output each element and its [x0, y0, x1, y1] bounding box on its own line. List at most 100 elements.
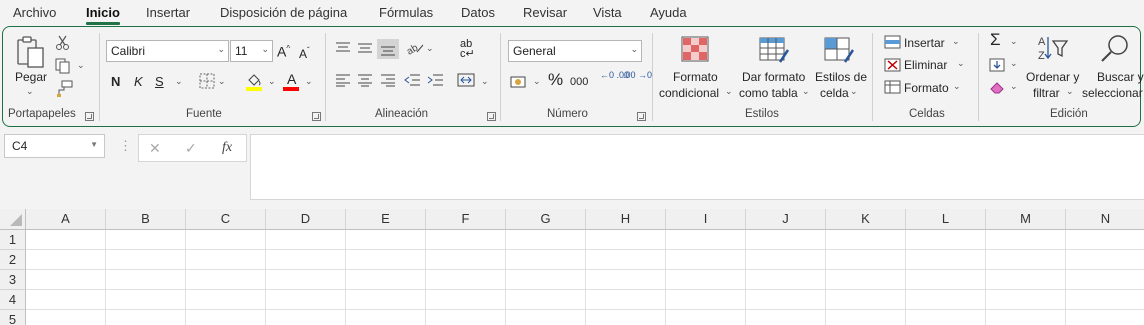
align-top-icon[interactable]	[335, 41, 351, 55]
name-box[interactable]: C4 ▼	[4, 134, 105, 158]
fill-dropdown-icon[interactable]: ⌄	[1010, 58, 1018, 69]
column-header-g[interactable]: G	[506, 209, 586, 230]
thousands-button[interactable]: 000	[570, 74, 588, 90]
accounting-dropdown-icon[interactable]: ⌄	[533, 76, 541, 87]
cell-a1[interactable]	[26, 230, 106, 250]
insert-cells-icon[interactable]	[884, 35, 901, 49]
cell-styles-dropdown-icon[interactable]: ⌄	[850, 86, 858, 97]
cell-g1[interactable]	[506, 230, 586, 250]
fuente-launcher-icon[interactable]	[312, 112, 321, 121]
column-header-m[interactable]: M	[986, 209, 1066, 230]
cell-d1[interactable]	[266, 230, 346, 250]
paste-label[interactable]: Pegar	[15, 69, 47, 85]
tab-ayuda[interactable]: Ayuda	[650, 5, 687, 20]
portapapeles-launcher-icon[interactable]	[85, 112, 94, 121]
align-center-icon[interactable]	[357, 73, 373, 87]
cell-styles-label-2[interactable]: celda	[820, 85, 849, 101]
italic-button[interactable]: K	[134, 74, 143, 90]
cell-e4[interactable]	[346, 290, 426, 310]
decrease-indent-icon[interactable]	[404, 73, 421, 87]
cancel-formula-button[interactable]: ✕	[149, 140, 161, 156]
accounting-format-icon[interactable]	[510, 74, 528, 90]
column-header-h[interactable]: H	[586, 209, 666, 230]
column-header-f[interactable]: F	[426, 209, 506, 230]
find-select-icon[interactable]	[1099, 33, 1131, 65]
paste-dropdown-icon[interactable]: ⌄	[26, 86, 34, 97]
tab-archivo[interactable]: Archivo	[13, 5, 56, 20]
cell-j3[interactable]	[746, 270, 826, 290]
underline-button[interactable]: S	[155, 74, 164, 90]
cell-e3[interactable]	[346, 270, 426, 290]
cell-i2[interactable]	[666, 250, 746, 270]
cell-l5[interactable]	[906, 310, 986, 325]
column-header-d[interactable]: D	[266, 209, 346, 230]
delete-cells-label[interactable]: Eliminar	[904, 57, 947, 73]
format-as-table-label-1[interactable]: Dar formato	[742, 69, 805, 85]
cell-j5[interactable]	[746, 310, 826, 325]
format-cells-dropdown-icon[interactable]: ⌄	[953, 81, 961, 92]
cell-n2[interactable]	[1066, 250, 1144, 270]
sort-filter-dropdown-icon[interactable]: ⌄	[1066, 86, 1074, 97]
cell-m4[interactable]	[986, 290, 1066, 310]
cell-f1[interactable]	[426, 230, 506, 250]
merge-dropdown-icon[interactable]: ⌄	[481, 76, 489, 87]
bold-button[interactable]: N	[111, 74, 120, 90]
cell-b2[interactable]	[106, 250, 186, 270]
cell-c3[interactable]	[186, 270, 266, 290]
tab-datos[interactable]: Datos	[461, 5, 495, 20]
merge-center-icon[interactable]	[457, 72, 475, 88]
font-name-select[interactable]: Calibri ⌄	[106, 40, 229, 62]
format-cells-icon[interactable]	[884, 80, 901, 94]
copy-icon[interactable]	[55, 58, 73, 74]
cell-g5[interactable]	[506, 310, 586, 325]
format-cells-label[interactable]: Formato	[904, 80, 949, 96]
numero-launcher-icon[interactable]	[637, 112, 646, 121]
decrease-decimal-button[interactable]: .00 →0	[623, 71, 652, 80]
cell-d5[interactable]	[266, 310, 346, 325]
cell-n3[interactable]	[1066, 270, 1144, 290]
underline-dropdown-icon[interactable]: ⌄	[175, 76, 183, 87]
orientation-icon[interactable]: ab	[405, 40, 425, 58]
cell-d2[interactable]	[266, 250, 346, 270]
font-size-select[interactable]: 11 ⌄	[230, 40, 273, 62]
tab-insertar[interactable]: Insertar	[146, 5, 190, 20]
cell-d3[interactable]	[266, 270, 346, 290]
formula-input[interactable]	[250, 134, 1144, 200]
fill-color-icon[interactable]	[245, 72, 263, 92]
cell-f2[interactable]	[426, 250, 506, 270]
shrink-font-button[interactable]: Aˇ	[299, 43, 310, 62]
row-header-5[interactable]: 5	[0, 310, 26, 325]
find-select-label-1[interactable]: Buscar y	[1097, 69, 1144, 85]
align-middle-icon[interactable]	[357, 41, 373, 55]
cell-m1[interactable]	[986, 230, 1066, 250]
clear-dropdown-icon[interactable]: ⌄	[1010, 81, 1018, 92]
cell-b1[interactable]	[106, 230, 186, 250]
cell-c4[interactable]	[186, 290, 266, 310]
autosum-dropdown-icon[interactable]: ⌄	[1010, 36, 1018, 47]
paste-icon[interactable]	[15, 35, 47, 69]
tab-formulas[interactable]: Fórmulas	[379, 5, 433, 20]
column-header-n[interactable]: N	[1066, 209, 1144, 230]
cell-i5[interactable]	[666, 310, 746, 325]
column-header-b[interactable]: B	[106, 209, 186, 230]
cell-a2[interactable]	[26, 250, 106, 270]
font-color-dropdown-icon[interactable]: ⌄	[305, 76, 313, 87]
find-select-label-2[interactable]: seleccionar	[1082, 85, 1143, 101]
cell-l4[interactable]	[906, 290, 986, 310]
alineacion-launcher-icon[interactable]	[487, 112, 496, 121]
cell-n4[interactable]	[1066, 290, 1144, 310]
cell-h5[interactable]	[586, 310, 666, 325]
cell-n1[interactable]	[1066, 230, 1144, 250]
sort-filter-label-2[interactable]: filtrar	[1033, 85, 1060, 101]
cell-b3[interactable]	[106, 270, 186, 290]
fill-icon[interactable]	[989, 58, 1005, 72]
column-header-l[interactable]: L	[906, 209, 986, 230]
cell-g4[interactable]	[506, 290, 586, 310]
row-header-4[interactable]: 4	[0, 290, 26, 310]
conditional-format-icon[interactable]	[680, 35, 710, 65]
borders-icon[interactable]	[199, 73, 215, 89]
cell-c1[interactable]	[186, 230, 266, 250]
cell-h1[interactable]	[586, 230, 666, 250]
cell-i3[interactable]	[666, 270, 746, 290]
insert-cells-label[interactable]: Insertar	[904, 35, 945, 51]
